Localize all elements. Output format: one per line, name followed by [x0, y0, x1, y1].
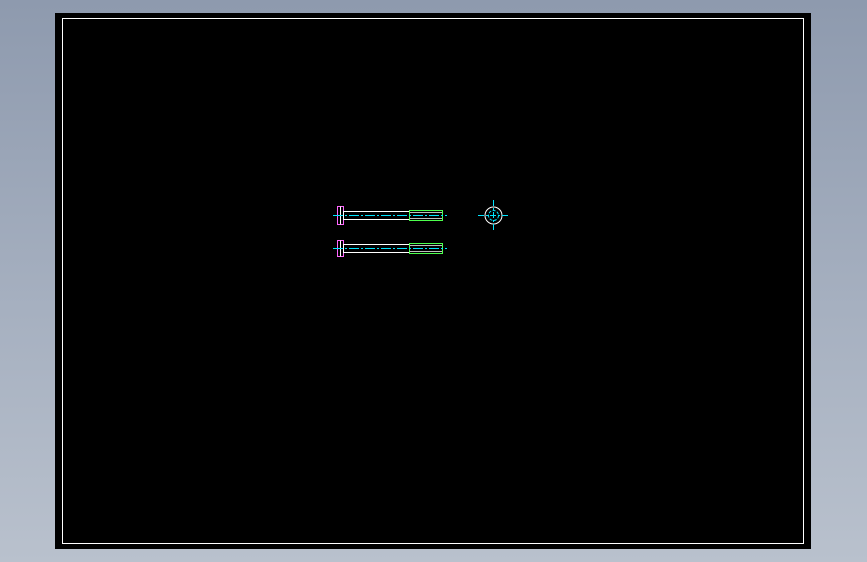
cad-drawing-canvas: [62, 18, 804, 544]
bolt-end-view: [478, 200, 509, 231]
bolt-side-view-bottom: [333, 240, 447, 257]
drawing-frame-border: [62, 18, 804, 544]
drawing-sheet: [55, 13, 811, 549]
bolt-side-view-top: [333, 206, 447, 225]
